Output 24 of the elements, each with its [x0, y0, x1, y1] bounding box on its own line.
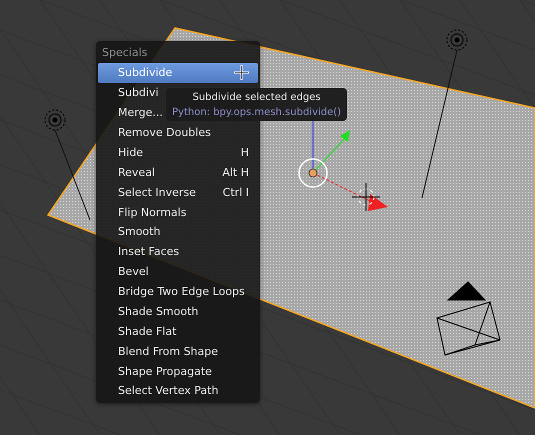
menu-item[interactable]: Select Vertex Path [98, 381, 258, 401]
menu-item[interactable]: Shade Flat [98, 321, 258, 342]
lamp-icon [44, 110, 90, 220]
python-path: Python: bpy.ops.mesh.subdivide() [172, 107, 342, 118]
menu-title: Specials [101, 45, 148, 61]
shortcut-label: Alt H [222, 166, 249, 179]
menu-item[interactable]: Bevel [98, 262, 258, 282]
menu-item[interactable]: Bridge Two Edge Loops [98, 282, 258, 302]
shortcut-label: Ctrl I [222, 186, 249, 199]
menu-item[interactable]: Remove Doubles [98, 122, 258, 142]
3d-cursor-icon [352, 182, 380, 212]
tooltip-description: Subdivide selected edges [192, 92, 321, 103]
menu-item[interactable]: Reveal Alt H [98, 162, 258, 182]
menu-item[interactable]: Smooth [98, 222, 258, 242]
menu-item[interactable]: Hide H [98, 142, 258, 162]
menu-item[interactable]: Select Inverse Ctrl I [98, 182, 258, 202]
menu-item[interactable]: Blend From Shape [98, 341, 258, 362]
menu-item[interactable]: Flip Normals [98, 202, 258, 222]
shortcut-label: H [240, 146, 249, 159]
menu-item[interactable]: Inset Faces [98, 242, 258, 262]
menu-item[interactable]: Shape Propagate [98, 361, 258, 381]
menu-item[interactable]: Shade Smooth [98, 302, 258, 322]
move-cursor-icon [234, 65, 249, 80]
lamp-icon [422, 30, 468, 198]
